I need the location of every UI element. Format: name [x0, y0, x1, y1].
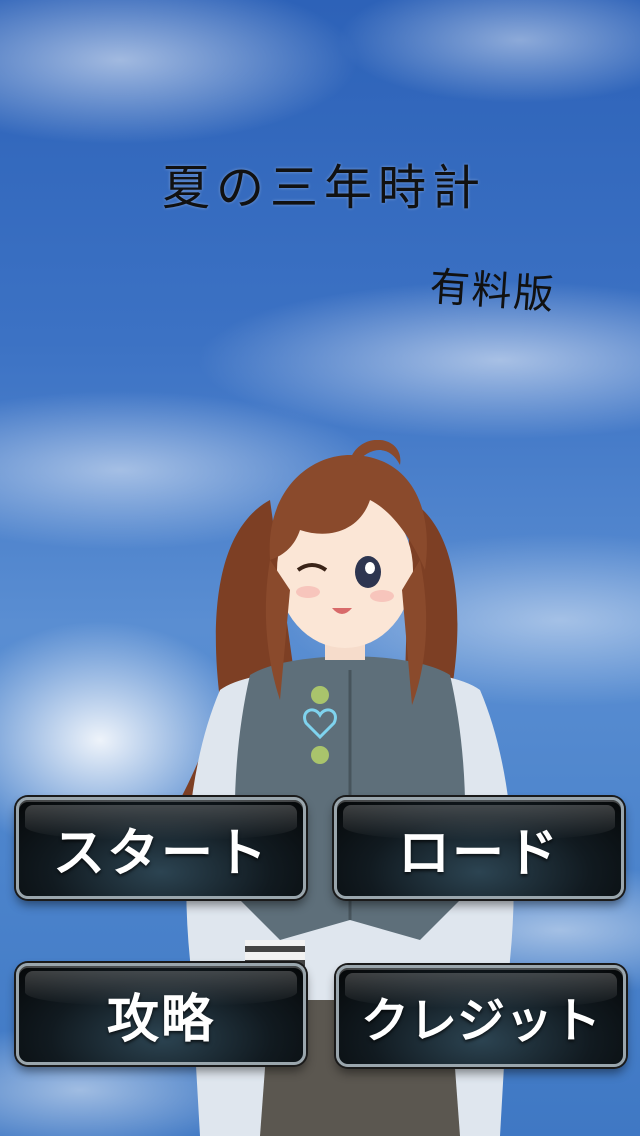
credits-button-label: クレジット [360, 993, 601, 1049]
load-button-label: ロード [397, 823, 560, 884]
game-title: 夏の三年時計 [161, 160, 486, 216]
credits-button[interactable]: クレジット [336, 965, 626, 1067]
start-button[interactable]: スタート [16, 797, 306, 899]
vest-button-bottom [311, 746, 329, 764]
guide-button[interactable]: 攻略 [16, 963, 306, 1065]
guide-button-label: 攻略 [106, 989, 215, 1050]
start-button-label: スタート [52, 823, 269, 884]
title-screen: 夏の三年時計 有料版 スタート ロード 攻略 クレジット [0, 0, 640, 1136]
edition-label: 有料版 [428, 264, 558, 319]
load-button[interactable]: ロード [334, 797, 624, 899]
vest-button-top [311, 686, 329, 704]
